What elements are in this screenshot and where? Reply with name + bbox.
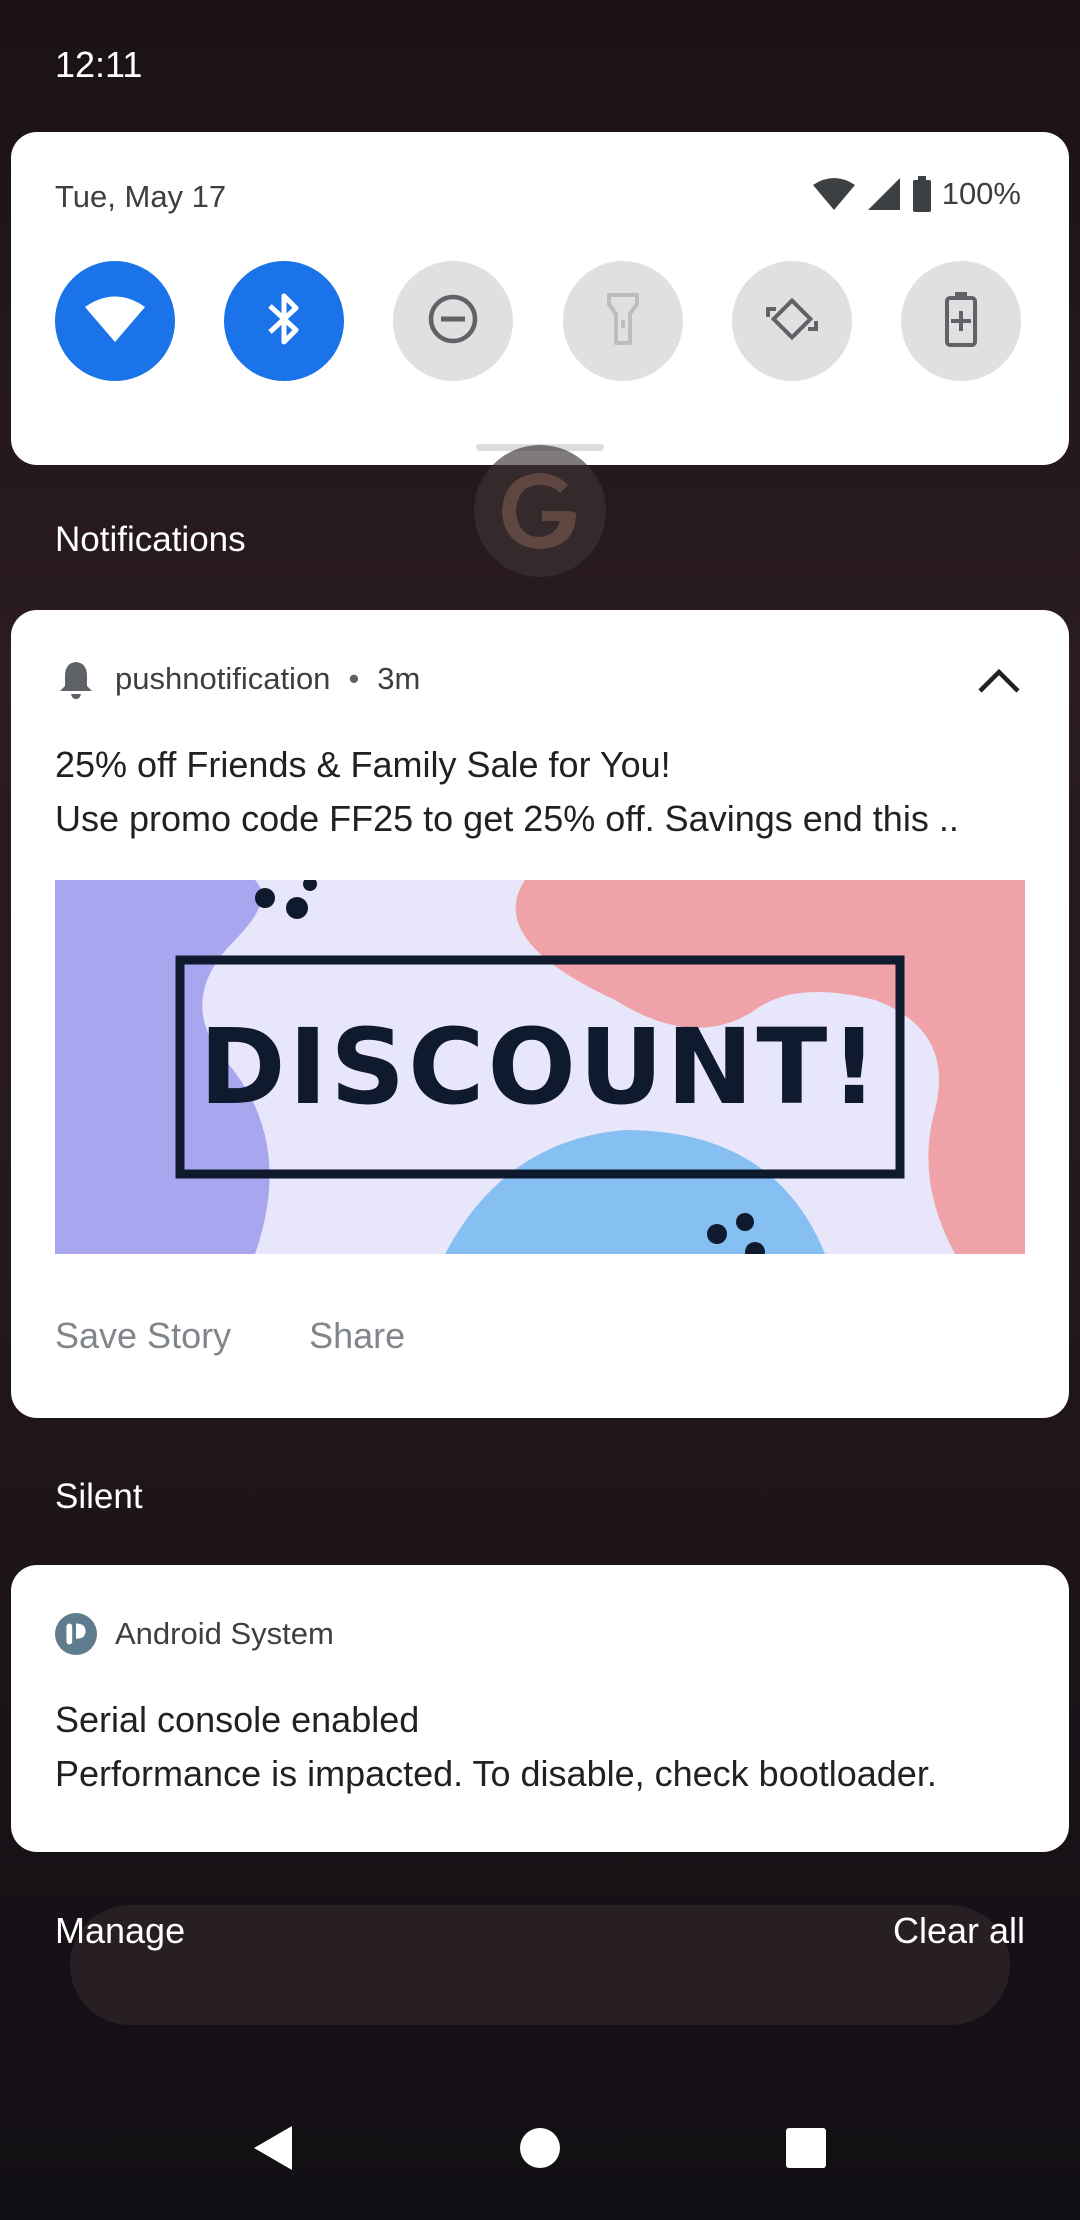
notification-time: 3m (377, 661, 421, 696)
notification-header: Android System (55, 1613, 334, 1655)
navigation-bar (0, 2080, 1080, 2220)
status-time: 12:11 (55, 44, 143, 85)
promo-image: DISCOUNT! (55, 880, 1025, 1254)
separator-dot: • (348, 661, 360, 696)
notification-header: pushnotification • 3m (55, 658, 420, 700)
wifi-signal-icon (812, 177, 856, 211)
manage-button[interactable]: Manage (55, 1910, 185, 1952)
notification-body: Performance is impacted. To disable, che… (55, 1753, 937, 1794)
bluetooth-icon (264, 291, 304, 352)
notification-title: 25% off Friends & Family Sale for You! (55, 744, 671, 785)
flashlight-icon (606, 292, 640, 351)
notification-app-name: pushnotification (115, 661, 331, 696)
notification-body: Use promo code FF25 to get 25% off. Savi… (55, 798, 959, 839)
battery-icon (912, 176, 932, 212)
dnd-icon (427, 293, 479, 350)
battery-saver-icon (944, 291, 978, 352)
system-notification-card[interactable]: Android System Serial console enabled Pe… (11, 1565, 1069, 1852)
qs-tiles (55, 261, 1021, 381)
back-icon (252, 2124, 296, 2177)
battery-saver-tile[interactable] (900, 261, 1021, 381)
notification-title: Serial console enabled (55, 1699, 420, 1740)
recents-button[interactable] (778, 2122, 834, 2178)
silent-header: Silent (55, 1477, 143, 1516)
battery-percent: 100% (941, 176, 1021, 211)
chevron-up-icon (977, 666, 1021, 699)
notifications-header: Notifications (55, 520, 246, 559)
clear-all-button[interactable]: Clear all (893, 1910, 1025, 1952)
back-button[interactable] (246, 2122, 302, 2178)
bluetooth-tile[interactable] (224, 261, 345, 381)
home-icon (518, 2126, 562, 2175)
bell-icon (55, 658, 97, 700)
dnd-tile[interactable] (393, 261, 514, 381)
search-bar-background (70, 1905, 1010, 2025)
cell-signal-icon (866, 177, 902, 211)
quick-settings-panel: Tue, May 17 100% (11, 132, 1069, 465)
recents-icon (785, 2127, 827, 2174)
flashlight-tile[interactable] (562, 261, 683, 381)
wifi-tile[interactable] (55, 261, 175, 381)
qs-date: Tue, May 17 (55, 179, 227, 214)
promo-image-text: DISCOUNT! (199, 1006, 881, 1128)
qs-status-icons: 100% (812, 176, 1021, 212)
home-button[interactable] (512, 2122, 568, 2178)
rotate-icon (764, 291, 820, 352)
collapse-button[interactable] (973, 656, 1025, 708)
android-system-icon (55, 1613, 97, 1655)
notification-actions: Save Story Share (55, 1315, 405, 1357)
push-notification-card[interactable]: pushnotification • 3m 25% off Friends & … (11, 610, 1069, 1418)
notification-app-name: Android System (115, 1616, 334, 1651)
auto-rotate-tile[interactable] (731, 261, 852, 381)
google-app-icon (474, 445, 606, 577)
save-story-button[interactable]: Save Story (55, 1315, 231, 1357)
wifi-icon (83, 294, 147, 349)
share-button[interactable]: Share (309, 1315, 405, 1357)
